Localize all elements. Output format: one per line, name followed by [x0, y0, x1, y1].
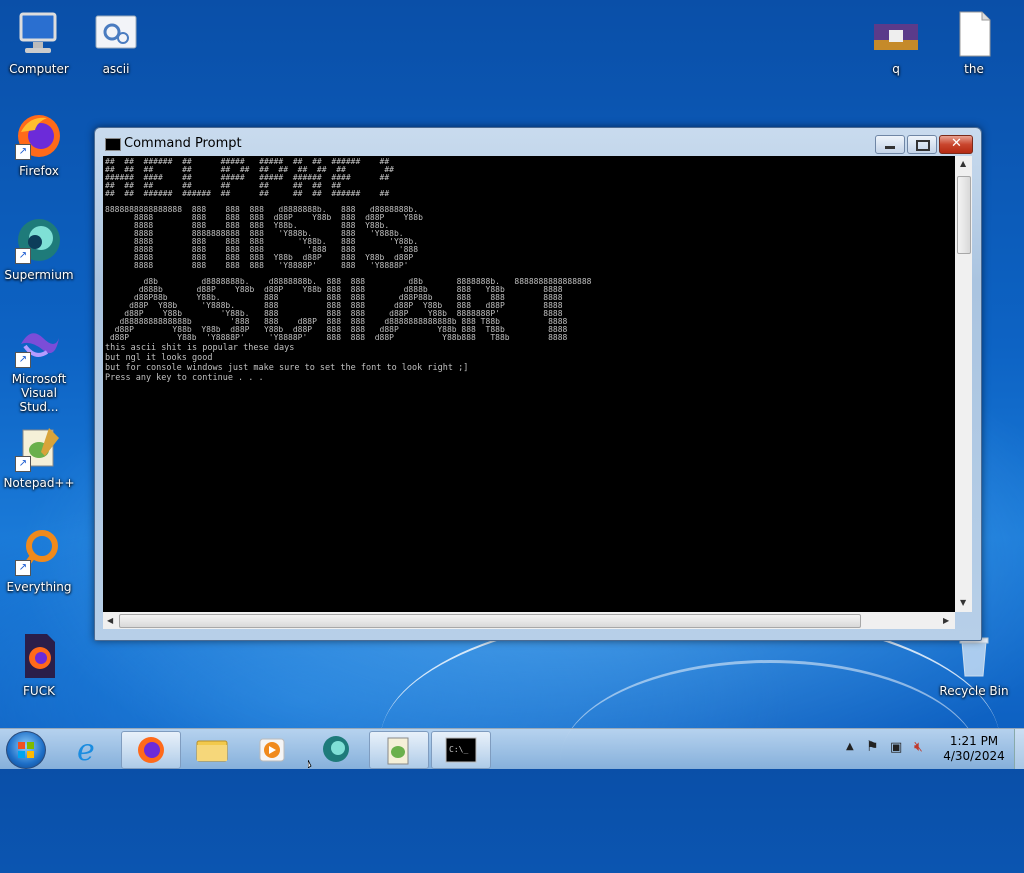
- taskbar-ie[interactable]: e: [60, 731, 118, 768]
- scroll-right-icon[interactable]: ▶: [943, 616, 949, 625]
- flag-icon[interactable]: ⚑: [866, 739, 879, 755]
- desktop-icon-ascii[interactable]: ascii: [77, 10, 155, 76]
- console-line: but ngl it looks good: [105, 353, 213, 363]
- window-title: Command Prompt: [124, 136, 242, 151]
- desktop-icon-label: FUCK: [23, 684, 55, 698]
- close-icon: ✕: [951, 136, 962, 151]
- notepadpp-icon: [387, 737, 409, 765]
- desktop-icon-label: the: [964, 62, 984, 76]
- ascii-art-text: ## ## ###### ## ##### ##### ## ## ######…: [105, 157, 592, 342]
- minimize-button[interactable]: [875, 135, 905, 154]
- svg-text:e: e: [77, 733, 95, 767]
- volume-muted-icon[interactable]: 🔇︎: [914, 739, 923, 755]
- desktop-icon-label: q: [892, 62, 900, 76]
- desktop-icon-visual-studio[interactable]: ↗ Microsoft Visual Stud...: [0, 320, 78, 414]
- everything-search-icon: ↗: [15, 528, 63, 576]
- system-clock[interactable]: 1:21 PM 4/30/2024: [936, 734, 1012, 764]
- vertical-scroll-thumb[interactable]: [957, 176, 971, 254]
- title-bar[interactable]: Command Prompt ✕: [95, 128, 981, 156]
- mouse-cursor-icon: [308, 760, 312, 768]
- scroll-left-icon[interactable]: ◀: [107, 616, 113, 625]
- folder-icon: [196, 740, 228, 762]
- shortcut-arrow-icon: ↗: [15, 560, 31, 576]
- taskbar-firefox[interactable]: [121, 731, 181, 769]
- minimize-icon: [885, 146, 895, 149]
- taskbar-command-prompt[interactable]: C:\_: [431, 731, 491, 769]
- desktop-icon-label: Notepad++: [3, 476, 75, 490]
- taskbar-notepadpp[interactable]: [369, 731, 429, 769]
- desktop-icon-label: Everything: [6, 580, 72, 594]
- firefox-icon: [138, 737, 164, 763]
- windows-logo-icon: [18, 742, 34, 758]
- image-file-icon: [872, 10, 920, 58]
- show-hidden-icons-icon[interactable]: ▲: [846, 741, 854, 752]
- shortcut-arrow-icon: ↗: [15, 144, 31, 160]
- clock-date: 4/30/2024: [943, 749, 1005, 763]
- internet-explorer-icon: e: [77, 733, 95, 768]
- desktop-icon-label: Firefox: [19, 164, 59, 178]
- console-line: Press any key to continue . . .: [105, 373, 264, 383]
- console-line: this ascii shit is popular these days: [105, 343, 295, 353]
- desktop-icon-q[interactable]: q: [857, 10, 935, 76]
- desktop-icon-fuck[interactable]: FUCK: [0, 632, 78, 698]
- taskbar: e C:\_ ▲ ⚑ ▣ 🔇︎ 1:21 PM 4/30/2024: [0, 728, 1024, 769]
- command-prompt-window[interactable]: Command Prompt ✕ ## ## ###### ## ##### #…: [94, 127, 982, 641]
- media-player-icon: [259, 738, 285, 762]
- firefox-icon: ↗: [15, 112, 63, 160]
- desktop-icon-everything[interactable]: ↗ Everything: [0, 528, 78, 594]
- shortcut-arrow-icon: ↗: [15, 248, 31, 264]
- horizontal-scrollbar[interactable]: ◀ ▶: [103, 612, 955, 629]
- taskbar-media-player[interactable]: [244, 731, 302, 767]
- desktop-icon-label: Computer: [9, 62, 69, 76]
- svg-text:C:\_: C:\_: [449, 745, 468, 754]
- show-desktop-button[interactable]: [1014, 729, 1024, 769]
- console-line: but for console windows just make sure t…: [105, 363, 469, 373]
- desktop-icon-computer[interactable]: Computer: [0, 10, 78, 76]
- notepadpp-icon: ↗: [15, 424, 63, 472]
- desktop-icon-notepadpp[interactable]: ↗ Notepad++: [0, 424, 78, 490]
- text-file-icon: [950, 10, 998, 58]
- cmd-icon: [105, 138, 121, 151]
- scroll-down-icon[interactable]: ▼: [960, 598, 966, 607]
- restore-icon: [916, 140, 930, 151]
- cmd-icon: C:\_: [445, 737, 477, 763]
- desktop-icon-label: Supermium: [4, 268, 74, 282]
- desktop-icon-firefox[interactable]: ↗ Firefox: [0, 112, 78, 178]
- desktop-icon-recycle-bin[interactable]: Recycle Bin: [935, 632, 1013, 698]
- console-output[interactable]: ## ## ###### ## ##### ##### ## ## ######…: [103, 156, 955, 612]
- shortcut-arrow-icon: ↗: [15, 456, 31, 472]
- vertical-scrollbar[interactable]: ▲ ▼: [955, 156, 972, 612]
- maximize-button[interactable]: [907, 135, 937, 154]
- desktop-icon-label: ascii: [102, 62, 130, 76]
- clock-time: 1:21 PM: [949, 734, 999, 748]
- supermium-icon: ↗: [15, 216, 63, 264]
- taskbar-explorer[interactable]: [183, 731, 241, 767]
- computer-icon: [15, 10, 63, 58]
- firefox-file-icon: [15, 632, 63, 680]
- visual-studio-icon: ↗: [15, 320, 63, 368]
- horizontal-scroll-thumb[interactable]: [119, 614, 861, 628]
- desktop-icon-label: Microsoft Visual Stud...: [11, 372, 67, 414]
- scroll-up-icon[interactable]: ▲: [960, 159, 966, 168]
- desktop-icon-label: Recycle Bin: [939, 684, 1009, 698]
- shortcut-arrow-icon: ↗: [15, 352, 31, 368]
- desktop-icon-supermium[interactable]: ↗ Supermium: [0, 216, 78, 282]
- desktop-icon-the[interactable]: the: [935, 10, 1013, 76]
- close-button[interactable]: ✕: [939, 135, 973, 154]
- start-button[interactable]: [6, 731, 46, 769]
- network-icon[interactable]: ▣: [890, 740, 902, 755]
- settings-file-icon: [92, 10, 140, 58]
